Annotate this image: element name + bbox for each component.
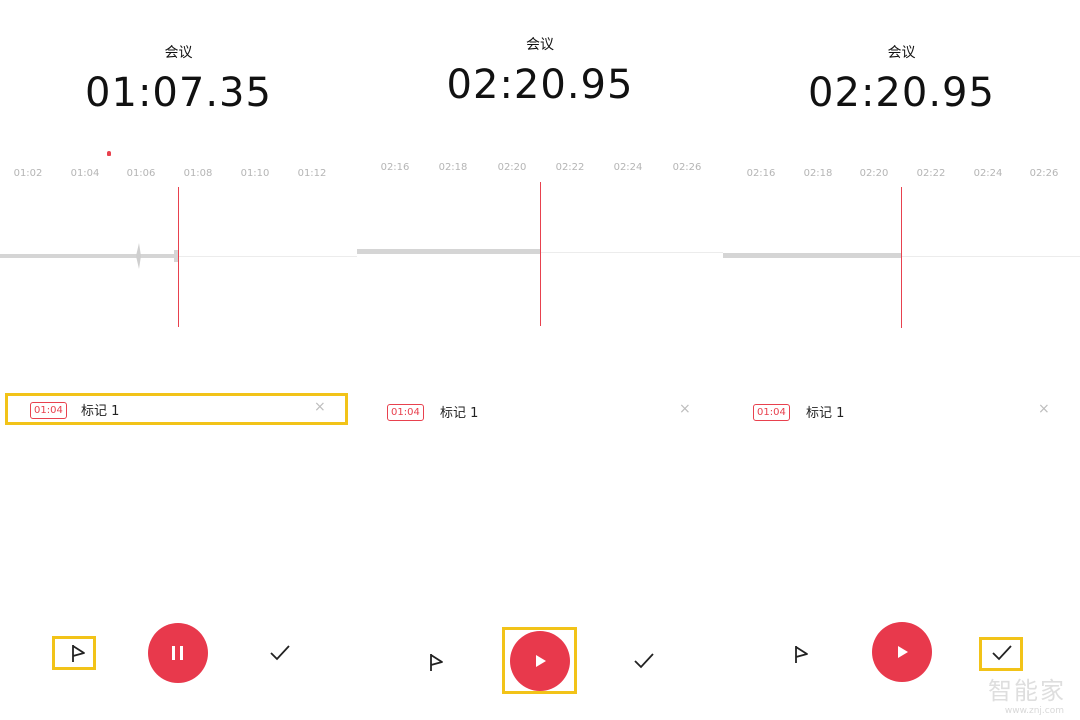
play-button[interactable] xyxy=(872,622,932,682)
watermark-logo: 智能家 xyxy=(988,677,1066,705)
timeline-ticks: 02:16 02:18 02:20 02:22 02:24 02:26 xyxy=(723,168,1080,182)
tick-label: 02:26 xyxy=(1029,168,1059,179)
check-icon[interactable] xyxy=(987,638,1017,668)
pause-icon xyxy=(172,646,183,660)
play-icon xyxy=(898,646,908,658)
delete-mark-icon[interactable]: × xyxy=(314,399,326,415)
tick-label: 02:18 xyxy=(438,162,468,173)
play-icon xyxy=(536,655,546,667)
timeline-ticks: 01:02 01:04 01:06 01:08 01:10 01:12 xyxy=(0,168,357,182)
mark-label[interactable]: 标记 1 xyxy=(806,402,844,421)
check-icon[interactable] xyxy=(629,646,659,676)
recording-title: 会议 xyxy=(164,45,193,61)
elapsed-time: 01:07.35 xyxy=(85,70,272,116)
tick-label: 02:20 xyxy=(859,168,889,179)
play-button[interactable] xyxy=(510,631,570,691)
pause-button[interactable] xyxy=(148,623,208,683)
recorder-panel-recording: 会议 01:07.35 01:02 01:04 01:06 01:08 01:1… xyxy=(0,0,357,720)
flag-icon[interactable] xyxy=(787,639,817,669)
playhead[interactable] xyxy=(540,182,541,326)
waveform xyxy=(0,243,178,269)
playhead[interactable] xyxy=(901,187,902,328)
mark-item[interactable]: 01:04 标记 1 × xyxy=(367,398,717,430)
delete-mark-icon[interactable]: × xyxy=(1038,401,1050,417)
delete-mark-icon[interactable]: × xyxy=(679,401,691,417)
elapsed-time: 02:20.95 xyxy=(446,62,634,108)
playhead[interactable] xyxy=(178,187,179,327)
tick-label: 02:18 xyxy=(803,168,833,179)
tick-label: 01:08 xyxy=(183,168,213,179)
elapsed-time: 02:20.95 xyxy=(808,70,995,116)
tick-label: 02:26 xyxy=(672,162,702,173)
watermark-url: www.znj.com xyxy=(1004,706,1064,716)
recording-title: 会议 xyxy=(887,45,916,61)
mark-label[interactable]: 标记 1 xyxy=(440,402,478,421)
tick-label: 01:04 xyxy=(70,168,100,179)
waveform xyxy=(723,253,901,258)
mark-timestamp[interactable]: 01:04 xyxy=(30,402,67,419)
tick-label: 02:20 xyxy=(497,162,527,173)
mark-label[interactable]: 标记 1 xyxy=(81,400,119,419)
recorder-panel-paused: 会议 02:20.95 02:16 02:18 02:20 02:22 02:2… xyxy=(357,0,723,720)
mark-timestamp[interactable]: 01:04 xyxy=(387,404,424,421)
recorder-panel-finish: 会议 02:20.95 02:16 02:18 02:20 02:22 02:2… xyxy=(723,0,1080,720)
tick-label: 01:06 xyxy=(126,168,156,179)
flag-icon[interactable] xyxy=(422,647,452,677)
check-icon[interactable] xyxy=(265,638,295,668)
recording-title: 会议 xyxy=(526,37,554,53)
tick-label: 01:12 xyxy=(297,168,327,179)
mark-indicator xyxy=(107,151,111,156)
flag-icon[interactable] xyxy=(64,638,94,668)
tick-label: 01:02 xyxy=(13,168,43,179)
tick-label: 02:16 xyxy=(380,162,410,173)
mark-timestamp[interactable]: 01:04 xyxy=(753,404,790,421)
waveform xyxy=(357,249,540,254)
mark-item[interactable]: 01:04 标记 1 × xyxy=(5,393,348,425)
tick-label: 02:24 xyxy=(973,168,1003,179)
timeline-ticks: 02:16 02:18 02:20 02:22 02:24 02:26 xyxy=(357,162,723,176)
tick-label: 02:22 xyxy=(916,168,946,179)
tick-label: 02:22 xyxy=(555,162,585,173)
tick-label: 02:16 xyxy=(746,168,776,179)
tick-label: 02:24 xyxy=(613,162,643,173)
tick-label: 01:10 xyxy=(240,168,270,179)
mark-item[interactable]: 01:04 标记 1 × xyxy=(733,398,1073,430)
